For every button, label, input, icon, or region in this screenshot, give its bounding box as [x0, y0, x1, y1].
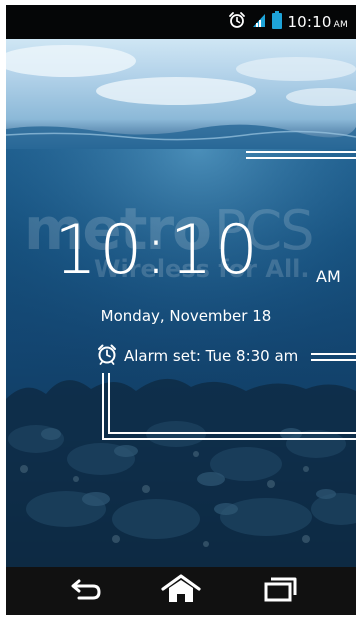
status-icons: 10:10 AM	[228, 5, 348, 39]
ocean-scene	[6, 45, 356, 567]
lockscreen-clock: 10:10	[54, 211, 260, 290]
phone-screen: 10:10 AM 10:10 AM Monday, November 18 Al…	[6, 5, 356, 615]
navigation-bar	[6, 567, 356, 615]
status-ampm: AM	[333, 20, 348, 30]
back-icon	[69, 577, 103, 605]
alarm-icon	[228, 11, 246, 33]
status-bar: 10:10 AM	[6, 5, 356, 39]
frame-top-line-1	[246, 151, 356, 153]
back-button[interactable]	[56, 567, 116, 615]
frame-left-line-2	[108, 373, 110, 433]
alarm-clock-icon	[96, 343, 118, 369]
frame-bottom-line-1	[102, 438, 356, 440]
lockscreen-date: Monday, November 18	[100, 307, 272, 325]
frame-bottom-line-2	[108, 432, 356, 434]
status-clock: 10:10 AM	[287, 13, 348, 31]
wallpaper: metroPCS Wireless for All.	[6, 39, 356, 567]
alarm-label: Alarm set: Tue 8:30 am	[124, 347, 299, 365]
frame-left-line-1	[102, 373, 104, 439]
signal-icon	[251, 12, 267, 32]
frame-mid-line-1	[311, 353, 356, 355]
lockscreen-clock-ampm: AM	[316, 267, 341, 286]
alarm-status: Alarm set: Tue 8:30 am	[96, 344, 298, 368]
recent-apps-icon	[263, 575, 299, 607]
home-icon	[160, 574, 202, 608]
frame-top-line-2	[246, 157, 356, 159]
home-button[interactable]	[151, 567, 211, 615]
recent-apps-button[interactable]	[251, 567, 311, 615]
status-time: 10:10	[287, 13, 332, 31]
frame-mid-line-2	[311, 359, 356, 361]
battery-icon	[272, 11, 283, 33]
